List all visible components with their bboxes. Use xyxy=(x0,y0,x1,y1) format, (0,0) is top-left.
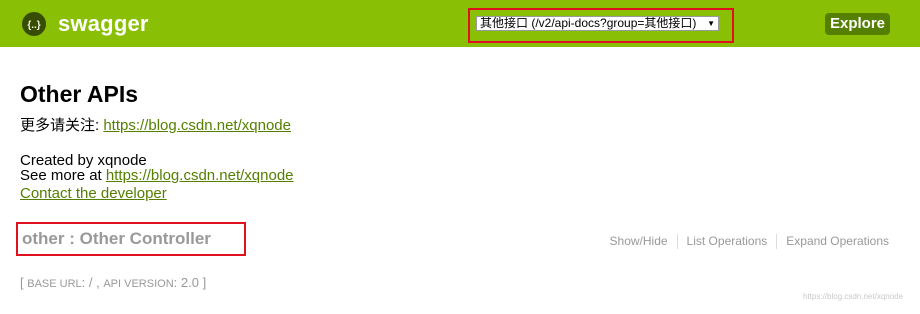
api-group-select[interactable]: 其他接口 (/v2/api-docs?group=其他接口) ▼ xyxy=(476,16,719,31)
api-select-value: 其他接口 (/v2/api-docs?group=其他接口) xyxy=(480,16,697,30)
dropdown-arrow-icon: ▼ xyxy=(707,19,715,28)
description: 更多请关注: https://blog.csdn.net/xqnode xyxy=(20,117,291,134)
base-url-info: [ BASE URL: / , API VERSION: 2.0 ] xyxy=(20,275,206,290)
top-bar: {..} swagger 其他接口 (/v2/api-docs?group=其他… xyxy=(0,0,920,47)
show-hide-link[interactable]: Show/Hide xyxy=(601,234,678,249)
operations-links: Show/Hide List Operations Expand Operati… xyxy=(601,234,889,249)
contact-developer-link[interactable]: Contact the developer xyxy=(20,185,167,202)
braces-glyph: {..} xyxy=(27,20,40,30)
expand-operations-link[interactable]: Expand Operations xyxy=(777,234,889,249)
logo-text: swagger xyxy=(58,11,149,36)
watermark: https://blog.csdn.net/xqnode xyxy=(803,292,904,301)
description-link[interactable]: https://blog.csdn.net/xqnode xyxy=(103,117,291,134)
close-bracket: ] xyxy=(202,275,207,290)
api-version-label: API VERSION xyxy=(103,278,174,290)
description-text: 更多请关注: xyxy=(20,117,104,134)
explore-button[interactable]: Explore xyxy=(825,13,890,35)
swagger-logo[interactable]: {..} swagger xyxy=(22,10,149,38)
see-more-link[interactable]: https://blog.csdn.net/xqnode xyxy=(106,167,294,184)
svg-text:{..}: {..} xyxy=(27,20,40,30)
contact-developer-wrap: Contact the developer xyxy=(20,185,167,202)
list-operations-link[interactable]: List Operations xyxy=(678,234,778,249)
api-version-value: : 2.0 xyxy=(173,275,203,290)
page-title: Other APIs xyxy=(20,81,139,107)
see-more-text: See more at xyxy=(20,167,106,184)
base-url-value: : / , xyxy=(81,275,104,290)
swagger-logo-icon: {..} xyxy=(22,12,46,36)
see-more: See more at https://blog.csdn.net/xqnode xyxy=(20,167,294,184)
base-url-label: BASE URL xyxy=(27,278,82,290)
open-bracket: [ xyxy=(20,275,24,290)
controller-title[interactable]: other : Other Controller xyxy=(22,229,211,249)
